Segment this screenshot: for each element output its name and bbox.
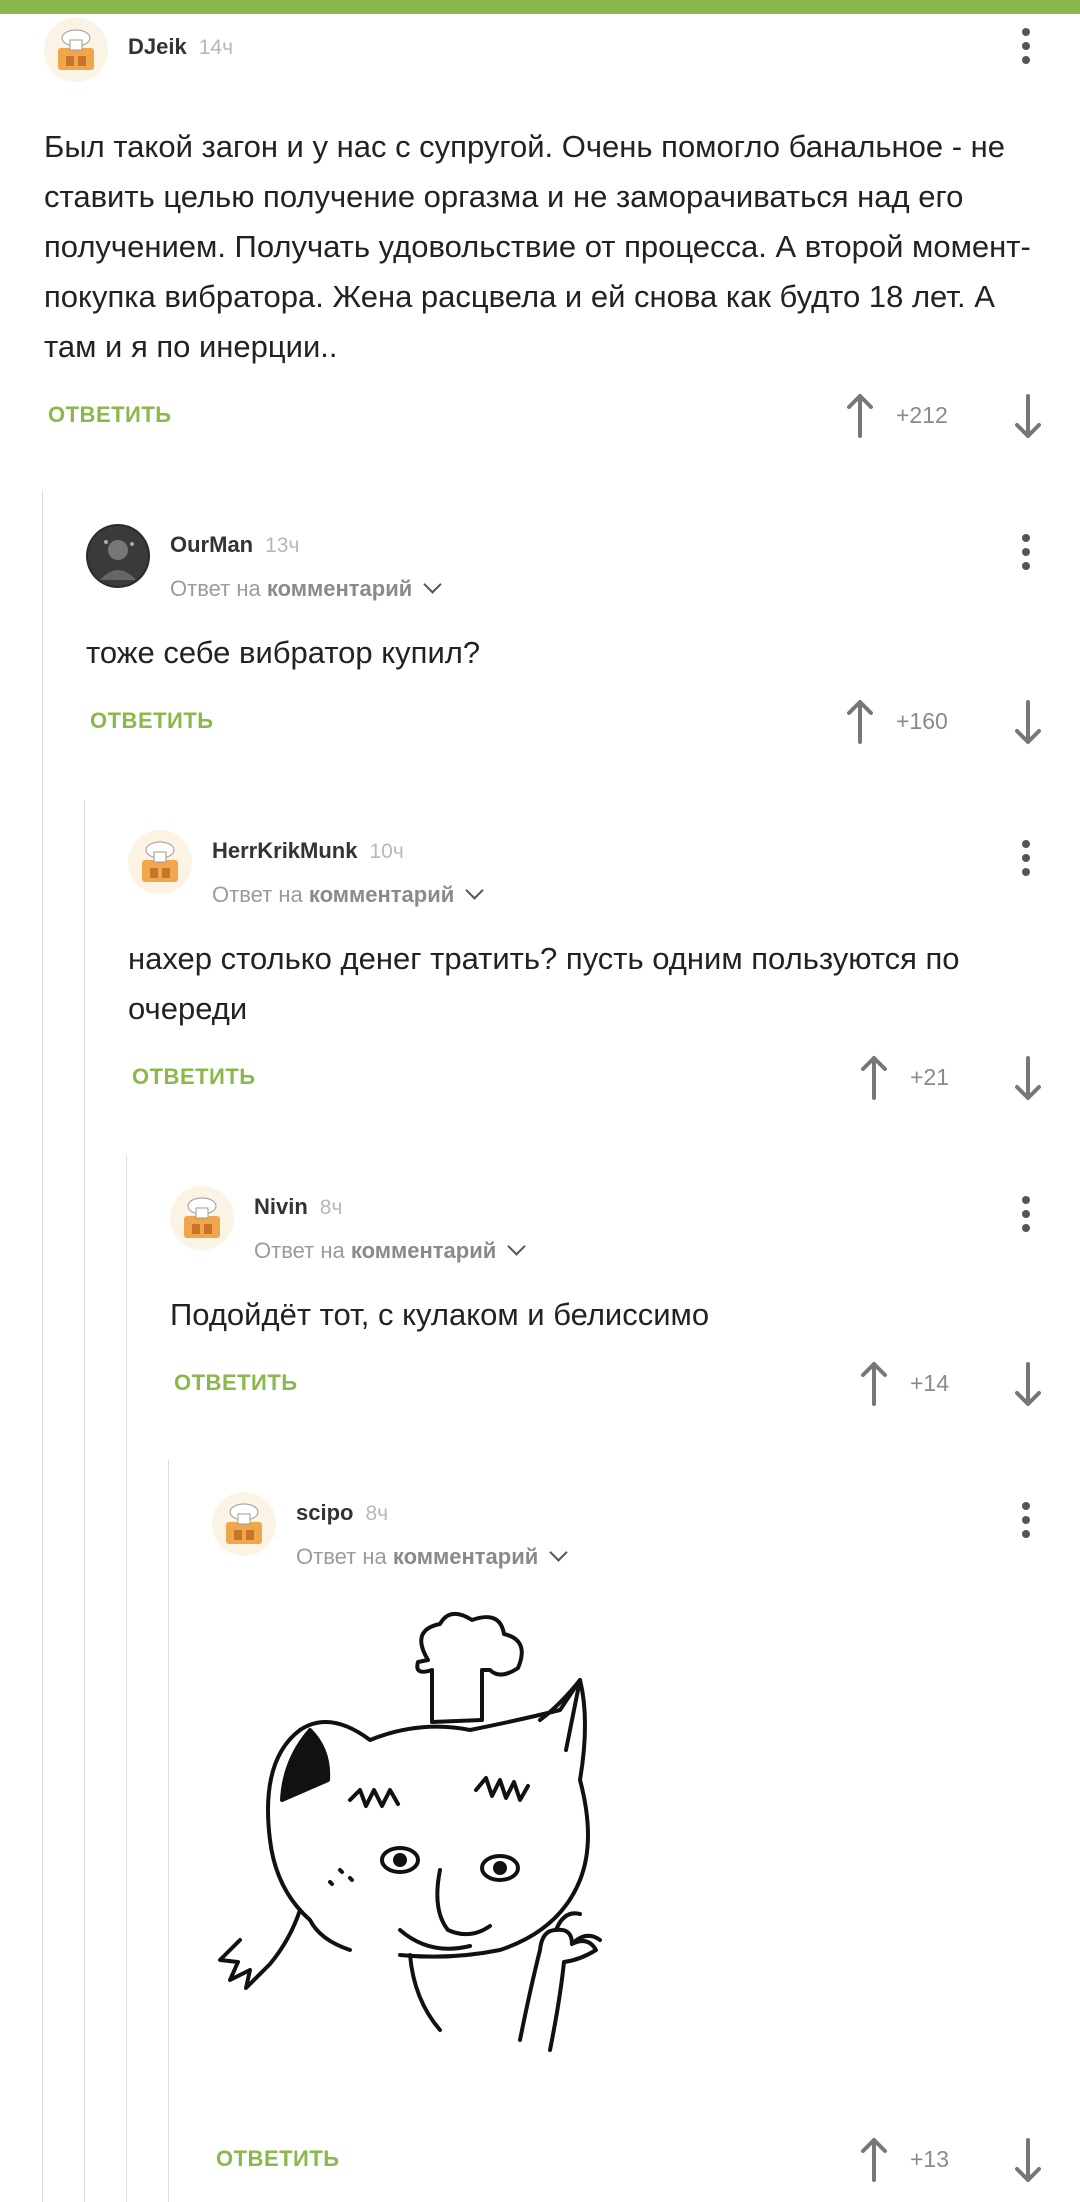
comment-text: нахер столько денег тратить? пусть одним… [128, 941, 960, 1026]
comment-score: +212 [896, 402, 948, 428]
vote-controls: +21 [844, 1054, 1044, 1102]
chef-hat-house-avatar[interactable] [44, 18, 108, 82]
upvote-arrow-icon[interactable] [858, 1054, 890, 1102]
more-options-icon[interactable] [1022, 1196, 1030, 1238]
reply-button[interactable]: ОТВЕТИТЬ [174, 1370, 298, 1396]
comment-text: Был такой загон и у нас с супругой. Очен… [44, 129, 1031, 364]
comment-time: 10ч [369, 840, 404, 863]
chef-hat-house-avatar[interactable] [212, 1492, 276, 1556]
comment-ourman: OurMan 13ч Ответ на комментарий тоже себе… [86, 524, 1080, 764]
more-options-icon[interactable] [1022, 534, 1030, 576]
upvote-arrow-icon[interactable] [844, 698, 876, 746]
reply-to-link[interactable]: Ответ на комментарий [296, 1543, 568, 1570]
downvote-arrow-icon[interactable] [1012, 1360, 1044, 1408]
comment-header: scipo 8ч Ответ на комментарий [212, 1492, 1080, 1572]
upvote-arrow-icon[interactable] [858, 1360, 890, 1408]
comment-time: 8ч [365, 1502, 389, 1525]
comment-score: +160 [896, 708, 948, 734]
chevron-down-icon [549, 1543, 568, 1562]
comment-time: 8ч [319, 1196, 343, 1219]
comment-username[interactable]: Nivin 8ч [254, 1194, 342, 1220]
reply-button[interactable]: ОТВЕТИТЬ [216, 2146, 340, 2172]
top-accent-bar [0, 0, 1080, 14]
more-options-icon[interactable] [1022, 28, 1030, 70]
thread-line [42, 490, 43, 2202]
comment-username[interactable]: scipo 8ч [296, 1500, 388, 1526]
thread-line [84, 800, 85, 2202]
downvote-arrow-icon[interactable] [1012, 1054, 1044, 1102]
comment-djeik: DJeik 14ч Был такой загон и у нас с супру… [44, 18, 1080, 448]
more-options-icon[interactable] [1022, 840, 1030, 882]
comment-text: Подойдёт тот, с кулаком и белиссимо [170, 1297, 710, 1332]
comment-time: 13ч [265, 534, 300, 557]
chevron-down-icon [507, 1237, 526, 1256]
reply-button[interactable]: ОТВЕТИТЬ [90, 708, 214, 734]
chevron-down-icon [465, 881, 484, 900]
downvote-arrow-icon[interactable] [1012, 698, 1044, 746]
comment-username[interactable]: OurMan 13ч [170, 532, 299, 558]
comment-nivin: Nivin 8ч Ответ на комментарий Подойдёт то… [170, 1186, 1080, 1426]
comment-score: +21 [910, 1064, 950, 1090]
comment-header: HerrKrikMunk 10ч Ответ на комментарий [128, 830, 1080, 910]
vote-controls: +13 [844, 2136, 1044, 2184]
reply-button[interactable]: ОТВЕТИТЬ [48, 402, 172, 428]
comment-score: +14 [910, 1370, 950, 1396]
comment-herrkrikmunk: HerrKrikMunk 10ч Ответ на комментарий нах… [128, 830, 1080, 1120]
reply-to-link[interactable]: Ответ на комментарий [212, 881, 484, 908]
comment-username[interactable]: HerrKrikMunk 10ч [212, 838, 404, 864]
vote-controls: +160 [844, 698, 1044, 746]
comment-header: OurMan 13ч Ответ на комментарий [86, 524, 1080, 604]
reply-to-link[interactable]: Ответ на комментарий [170, 575, 442, 602]
comment-text: тоже себе вибратор купил? [86, 635, 481, 670]
comment-time: 14ч [198, 36, 234, 59]
thread-line [168, 1460, 169, 2202]
comment-header: Nivin 8ч Ответ на комментарий [170, 1186, 1080, 1266]
thread-line [126, 1155, 127, 2202]
comment-username[interactable]: DJeik 14ч [128, 34, 233, 60]
upvote-arrow-icon[interactable] [858, 2136, 890, 2184]
vote-controls: +212 [844, 392, 1044, 440]
downvote-arrow-icon[interactable] [1012, 2136, 1044, 2184]
comment-header: DJeik 14ч [44, 18, 1080, 98]
chef-hat-house-avatar[interactable] [170, 1186, 234, 1250]
photo-avatar[interactable] [86, 524, 150, 588]
chef-hat-house-avatar[interactable] [128, 830, 192, 894]
vote-controls: +14 [844, 1360, 1044, 1408]
reply-to-link[interactable]: Ответ на комментарий [254, 1237, 526, 1264]
chevron-down-icon [423, 575, 442, 594]
reply-button[interactable]: ОТВЕТИТЬ [132, 1064, 256, 1090]
more-options-icon[interactable] [1022, 1502, 1030, 1544]
upvote-arrow-icon[interactable] [844, 392, 876, 440]
comment-score: +13 [910, 2146, 950, 2172]
downvote-arrow-icon[interactable] [1012, 392, 1044, 440]
chef-cat-meme-drawing[interactable] [200, 1610, 740, 2110]
